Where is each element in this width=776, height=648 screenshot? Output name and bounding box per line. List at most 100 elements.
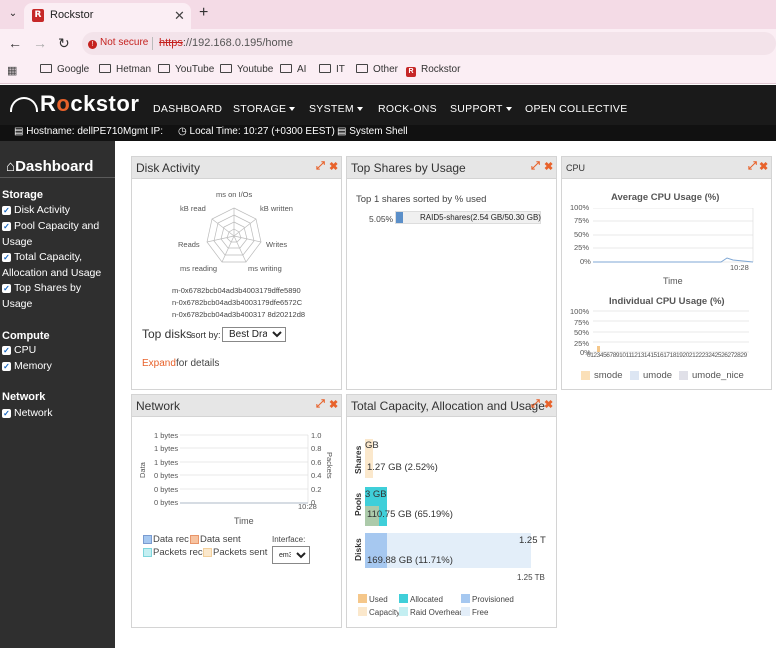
- nav-dashboard[interactable]: DASHBOARD: [153, 103, 222, 115]
- sort-by-select[interactable]: Best Draft: [222, 327, 286, 342]
- sidebar-item-pool-capacity[interactable]: ✓ Pool Capacity and Usage: [2, 219, 112, 250]
- bookmark-ai[interactable]: AI: [280, 64, 306, 75]
- widget-title: Disk Activity: [136, 161, 201, 175]
- reload-icon[interactable]: ↻: [58, 35, 70, 52]
- disks-value: 169.88 GB (11.71%): [367, 555, 453, 566]
- radar-label: Reads: [178, 240, 200, 249]
- checkbox-checked-icon[interactable]: ✓: [2, 253, 11, 262]
- bookmark-google[interactable]: Google: [40, 64, 89, 75]
- expand-icon[interactable]: ⤢: [316, 160, 325, 173]
- disks-axis-label: Disks: [353, 538, 363, 561]
- expand-icon[interactable]: ⤢: [748, 160, 757, 173]
- widget-body: ms on I/Os kB written Writes ms writing …: [132, 180, 341, 389]
- expand-icon[interactable]: ⤢: [316, 398, 325, 411]
- legend-swatch-free: [461, 607, 470, 616]
- widget-network: Network ⤢ ✖ 1 bytes 1 bytes 1 bytes 0 by…: [131, 394, 342, 628]
- widget-title: Network: [136, 399, 181, 413]
- net-right-tick: 0.2: [311, 485, 322, 494]
- nav-system[interactable]: SYSTEM: [309, 103, 363, 115]
- sidebar-item-memory[interactable]: ✓ Memory: [2, 359, 112, 375]
- sidebar-item-total-capacity[interactable]: ✓ Total Capacity, Allocation and Usage: [2, 250, 112, 281]
- legend-swatch-used: [358, 594, 367, 603]
- back-icon[interactable]: ←: [8, 35, 22, 51]
- ind-x-ticks: 0123456789101112131415161718192021222324…: [587, 352, 747, 359]
- legend-free: Free: [472, 608, 489, 617]
- widget-header[interactable]: CPU ⤢ ✖: [562, 157, 771, 179]
- widget-header[interactable]: Total Capacity, Allocation and Usage ⤢ ✖: [347, 395, 556, 417]
- sidebar-item-top-shares[interactable]: ✓ Top Shares by Usage: [2, 281, 112, 312]
- checkbox-checked-icon[interactable]: ✓: [2, 284, 11, 293]
- system-shell-link[interactable]: ▤ System Shell: [337, 126, 408, 137]
- avg-tick: 50%: [574, 230, 590, 239]
- legend-smode: smode: [594, 370, 623, 381]
- bookmark-youtube[interactable]: YouTube: [158, 64, 214, 75]
- ind-cpu-title: Individual CPU Usage (%): [609, 296, 725, 307]
- not-secure-badge[interactable]: ! Not secure: [88, 37, 148, 49]
- checkbox-checked-icon[interactable]: ✓: [2, 362, 11, 371]
- radar-label: ms reading: [180, 264, 218, 273]
- sidebar-divider: [0, 177, 115, 178]
- legend-swatch-data-rec: [143, 535, 152, 544]
- folder-icon: [158, 64, 170, 73]
- caret-down-icon: [505, 107, 512, 111]
- omnibox[interactable]: ! Not secure https://192.168.0.195/home: [82, 32, 776, 55]
- bookmark-youtube-2[interactable]: Youtube: [220, 64, 273, 75]
- bookmark-it[interactable]: IT: [319, 64, 345, 75]
- checkbox-checked-icon[interactable]: ✓: [2, 346, 11, 355]
- interface-select[interactable]: em3: [272, 546, 310, 564]
- legend-capacity: Capacity: [369, 608, 401, 617]
- expand-link[interactable]: Expand: [142, 358, 176, 369]
- nav-rock-ons[interactable]: ROCK-ONS: [378, 103, 437, 115]
- widget-title: Total Capacity, Allocation and Usage: [351, 399, 545, 413]
- tab-close-icon[interactable]: ✕: [174, 8, 185, 24]
- folder-icon: [356, 64, 368, 73]
- rockstor-favicon-icon: R: [406, 67, 416, 77]
- browser-tab[interactable]: R Rockstor ✕: [24, 3, 191, 29]
- checkbox-checked-icon[interactable]: ✓: [2, 409, 11, 418]
- net-right-tick: 0.4: [311, 471, 322, 480]
- avg-cpu-title: Average CPU Usage (%): [611, 192, 720, 203]
- legend-allocated: Allocated: [410, 595, 443, 604]
- bookmark-other[interactable]: Other: [356, 64, 398, 75]
- net-left-tick: 1 bytes: [154, 431, 179, 440]
- nav-support[interactable]: SUPPORT: [450, 103, 512, 115]
- legend-swatch-umode-nice: [679, 371, 688, 380]
- sidebar-item-network[interactable]: ✓ Network: [2, 406, 112, 422]
- avg-tick: 25%: [574, 243, 590, 252]
- checkbox-checked-icon[interactable]: ✓: [2, 222, 11, 231]
- forward-icon[interactable]: →: [33, 35, 47, 51]
- close-icon[interactable]: ✖: [544, 398, 553, 411]
- bookmark-rockstor[interactable]: R Rockstor: [406, 64, 460, 77]
- apps-grid-icon[interactable]: ▦: [7, 64, 17, 77]
- bookmark-hetman[interactable]: Hetman: [99, 64, 151, 75]
- monitor-icon: ▤: [337, 126, 350, 137]
- url-text[interactable]: https://192.168.0.195/home: [159, 37, 293, 49]
- close-icon[interactable]: ✖: [759, 160, 768, 173]
- ind-tick: 75%: [574, 318, 590, 327]
- checkbox-checked-icon[interactable]: ✓: [2, 206, 11, 215]
- net-right-tick: 1.0: [311, 431, 322, 440]
- legend-umode-nice: umode_nice: [692, 370, 744, 381]
- nav-open-collective[interactable]: OPEN COLLECTIVE: [525, 103, 628, 115]
- monitor-icon: ▤: [14, 126, 27, 137]
- sidebar-section-storage: Storage: [2, 189, 43, 201]
- nav-storage[interactable]: STORAGE: [233, 103, 296, 115]
- widget-header[interactable]: Network ⤢ ✖: [132, 395, 341, 417]
- close-icon[interactable]: ✖: [329, 160, 338, 173]
- radar-label: kB written: [260, 204, 293, 213]
- expand-icon[interactable]: ⤢: [531, 160, 540, 173]
- expand-icon[interactable]: ⤢: [531, 398, 540, 411]
- folder-icon: [99, 64, 111, 73]
- close-icon[interactable]: ✖: [544, 160, 553, 173]
- new-tab-icon[interactable]: +: [199, 4, 208, 22]
- widget-header[interactable]: Top Shares by Usage ⤢ ✖: [347, 157, 556, 179]
- close-icon[interactable]: ✖: [329, 398, 338, 411]
- share-usage-bar[interactable]: RAID5-shares(2.54 GB/50.30 GB): [395, 211, 541, 224]
- widget-header[interactable]: Disk Activity ⤢ ✖: [132, 157, 341, 179]
- widget-top-shares: Top Shares by Usage ⤢ ✖ Top 1 shares sor…: [346, 156, 557, 390]
- sidebar-item-disk-activity[interactable]: ✓ Disk Activity: [2, 203, 112, 219]
- widget-total-capacity: Total Capacity, Allocation and Usage ⤢ ✖…: [346, 394, 557, 628]
- tab-search-icon[interactable]: ⌄: [5, 6, 21, 22]
- sidebar-item-cpu[interactable]: ✓ CPU: [2, 343, 112, 359]
- legend-used: Used: [369, 595, 388, 604]
